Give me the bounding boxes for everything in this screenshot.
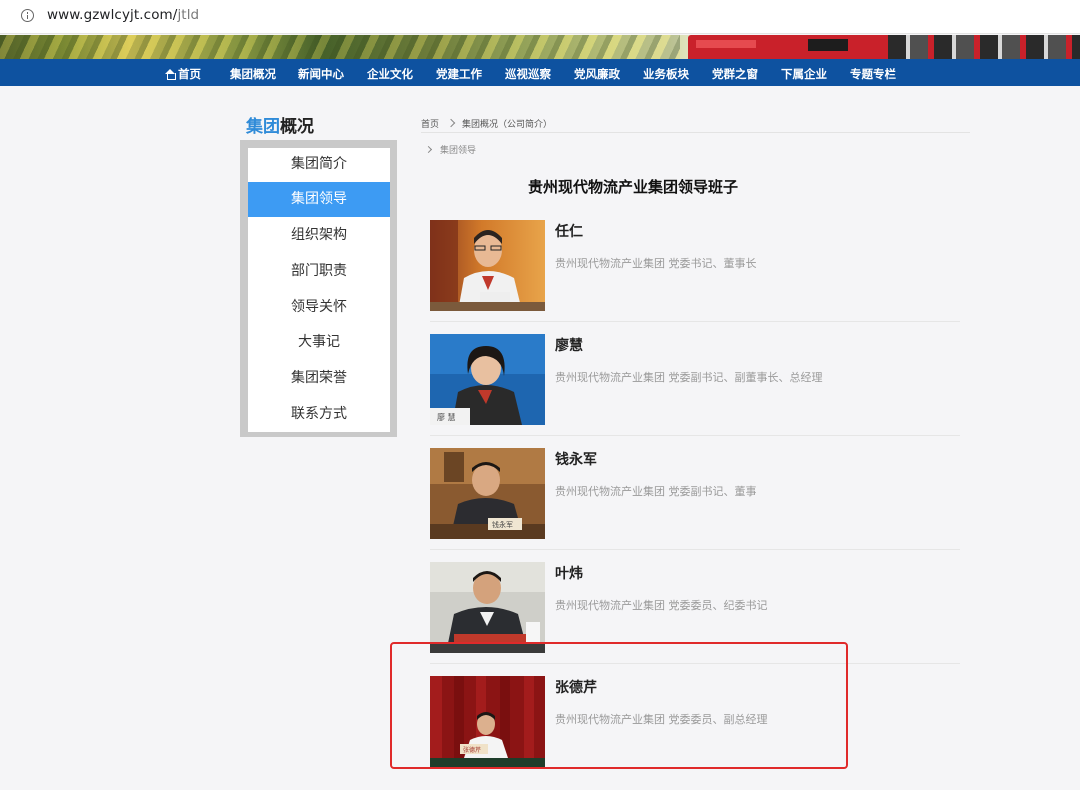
leader-photo[interactable]: 钱永军 (430, 448, 545, 539)
breadcrumb-current-label: 集团领导 (440, 146, 477, 156)
leader-name[interactable]: 任仁 (555, 221, 583, 241)
nav-item-group-overview[interactable]: 集团概况 (230, 66, 276, 82)
nameplate-text: 廖 慧 (437, 412, 456, 422)
leader-title: 贵州现代物流产业集团 党委书记、董事长 (555, 257, 757, 270)
sidebar-item-group-leaders[interactable]: 集团领导 (248, 182, 390, 217)
row-divider (430, 435, 960, 436)
breadcrumb-current: 集团领导 (424, 143, 477, 156)
breadcrumb-section[interactable]: 集团概况（公司简介） (462, 120, 552, 130)
highlight-annotation-box (390, 642, 848, 769)
nav-item-subsidiaries[interactable]: 下属企业 (781, 66, 827, 82)
url-host: www.gzwlcyjt.com/ (47, 7, 178, 23)
sidebar-item-org-structure[interactable]: 组织架构 (248, 218, 390, 253)
breadcrumb-divider (421, 132, 970, 133)
sidebar-item-leader-care[interactable]: 领导关怀 (248, 290, 390, 325)
leader-card: 廖 慧 廖慧 贵州现代物流产业集团 党委副书记、副董事长、总经理 (430, 334, 960, 426)
leader-title: 贵州现代物流产业集团 党委副书记、副董事长、总经理 (555, 371, 823, 384)
leader-card: 叶炜 贵州现代物流产业集团 党委委员、纪委书记 (430, 562, 960, 654)
banner-truck-detail (888, 35, 1080, 59)
leader-photo[interactable]: 廖 慧 (430, 334, 545, 425)
home-icon (165, 69, 176, 80)
leader-card: 钱永军 钱永军 贵州现代物流产业集团 党委副书记、董事 (430, 448, 960, 540)
nav-item-news[interactable]: 新闻中心 (298, 66, 344, 82)
sidebar-item-group-intro[interactable]: 集团简介 (248, 147, 390, 182)
sidebar-title: 集团概况 (246, 112, 314, 137)
main-nav: 首页 集团概况 新闻中心 企业文化 党建工作 巡视巡察 党风廉政 业务板块 党群… (0, 59, 1080, 86)
leader-name[interactable]: 叶炜 (555, 563, 583, 583)
banner-truck (688, 35, 888, 59)
address-bar[interactable]: www.gzwlcyjt.com/jtld (0, 0, 1080, 34)
nav-item-party-building[interactable]: 党建工作 (436, 66, 482, 82)
chevron-right-icon (446, 118, 456, 128)
sidebar-item-milestones[interactable]: 大事记 (248, 325, 390, 360)
sidebar-item-contact[interactable]: 联系方式 (248, 397, 390, 432)
row-divider (430, 549, 960, 550)
page-title: 贵州现代物流产业集团领导班子 (527, 178, 738, 196)
url-path: jtld (177, 7, 200, 23)
chevron-right-icon (424, 145, 433, 154)
header-banner (0, 35, 1080, 59)
row-divider (430, 321, 960, 322)
nav-item-label: 首页 (178, 67, 201, 81)
leader-name[interactable]: 钱永军 (555, 449, 597, 469)
nav-item-inspection[interactable]: 巡视巡察 (505, 66, 551, 82)
leader-title: 贵州现代物流产业集团 党委副书记、董事 (555, 485, 757, 498)
nav-item-special-topics[interactable]: 专题专栏 (850, 66, 896, 82)
breadcrumb-home[interactable]: 首页 (421, 120, 439, 130)
url-text[interactable]: www.gzwlcyjt.com/jtld (47, 7, 199, 23)
leader-card: 任仁 贵州现代物流产业集团 党委书记、董事长 (430, 220, 960, 312)
leader-photo[interactable] (430, 220, 545, 311)
leader-name[interactable]: 廖慧 (555, 335, 583, 355)
nav-item-party-window[interactable]: 党群之窗 (712, 66, 758, 82)
nav-item-culture[interactable]: 企业文化 (367, 66, 413, 82)
leader-photo[interactable] (430, 562, 545, 653)
sidebar-item-honors[interactable]: 集团荣誉 (248, 361, 390, 396)
sidebar-item-dept-duties[interactable]: 部门职责 (248, 254, 390, 289)
nameplate-text: 钱永军 (492, 520, 513, 529)
banner-foliage (0, 35, 680, 59)
sidebar-title-rest: 概况 (280, 117, 314, 137)
breadcrumb: 首页 集团概况（公司简介） (421, 117, 552, 130)
info-icon[interactable] (21, 9, 34, 22)
nav-item-integrity[interactable]: 党风廉政 (574, 66, 620, 82)
sidebar-title-highlight: 集团 (246, 117, 280, 137)
nav-item-home[interactable]: 首页 (165, 66, 201, 82)
nav-item-business[interactable]: 业务板块 (643, 66, 689, 82)
leader-title: 贵州现代物流产业集团 党委委员、纪委书记 (555, 599, 768, 612)
